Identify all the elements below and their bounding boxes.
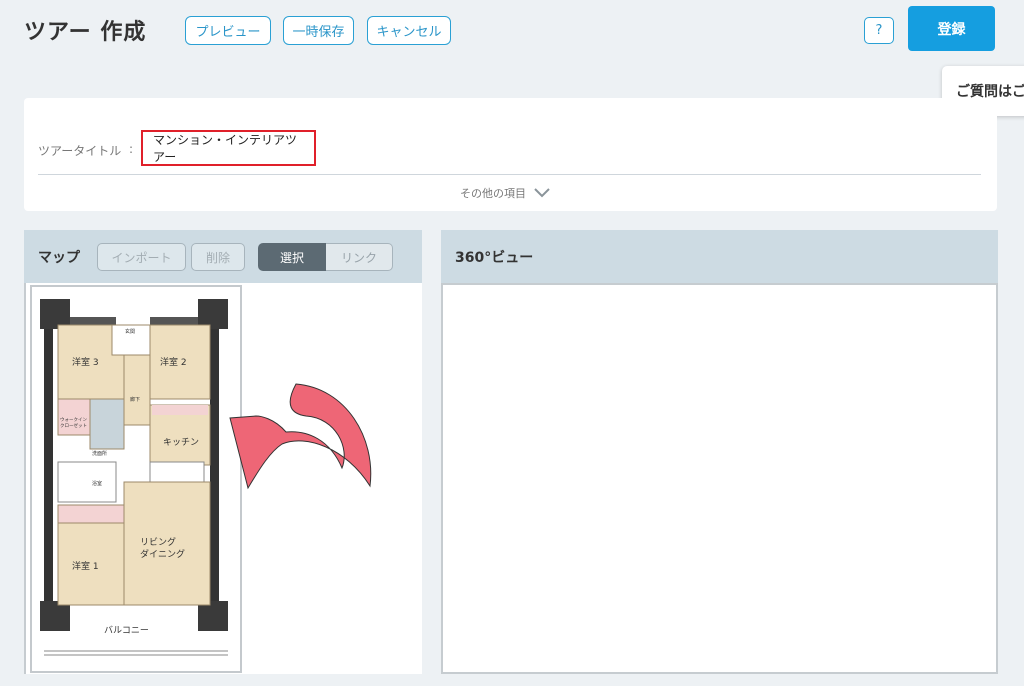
room-label: 玄関 <box>125 328 135 335</box>
room-label: 廊下 <box>130 396 140 403</box>
view-heading: 360°ビュー <box>455 249 534 266</box>
tour-title-label: ツアータイトル <box>38 144 122 158</box>
more-items-toggle[interactable]: その他の項目 <box>460 185 550 201</box>
tour-title-input[interactable]: マンション・インテリアツアー <box>141 130 316 166</box>
import-button[interactable]: インポート <box>97 243 186 271</box>
annotation-arrow-icon <box>229 383 372 490</box>
preview-button[interactable]: プレビュー <box>185 16 271 45</box>
register-button[interactable]: 登録 <box>908 6 995 51</box>
room-label: 洗面所 <box>92 450 107 457</box>
room-label: 洋室 2 <box>160 356 187 368</box>
room-label: ウォークイン <box>60 416 87 423</box>
more-items-label: その他の項目 <box>460 187 526 200</box>
cancel-button[interactable]: キャンセル <box>367 16 451 45</box>
room-label: 洋室 1 <box>72 560 99 572</box>
floor-plan-drawing: 洋室 3 洋室 2 玄関 廊下 キッチン ウォークイン クローゼット 洗面所 浴… <box>40 299 228 656</box>
room-label: 洋室 3 <box>72 356 99 368</box>
page-title: ツアー 作成 <box>24 20 147 45</box>
panorama-viewer[interactable] <box>441 283 998 674</box>
room-label: キッチン <box>163 437 199 448</box>
divider <box>38 174 981 175</box>
room-label: ダイニング <box>140 548 185 560</box>
chevron-down-icon <box>534 188 550 198</box>
room-label: クローゼット <box>60 422 87 429</box>
temp-save-button[interactable]: 一時保存 <box>283 16 354 45</box>
room-label: 浴室 <box>92 480 102 487</box>
link-mode-button[interactable]: リンク <box>326 243 393 271</box>
select-mode-button[interactable]: 選択 <box>258 243 326 271</box>
tour-info-card: ツアータイトル : マンション・インテリアツアー その他の項目 <box>24 98 997 211</box>
tour-title-colon: : <box>129 142 134 156</box>
view-panel: 360°ビュー <box>441 230 998 674</box>
help-button[interactable]: ? <box>864 17 894 44</box>
room-label: リビング <box>140 536 176 548</box>
view-panel-header: 360°ビュー <box>441 230 998 283</box>
map-heading: マップ <box>38 249 80 266</box>
delete-button[interactable]: 削除 <box>191 243 245 271</box>
room-label: バルコニー <box>104 625 149 636</box>
floor-plan-image[interactable]: 洋室 3 洋室 2 玄関 廊下 キッチン ウォークイン クローゼット 洗面所 浴… <box>30 285 242 673</box>
